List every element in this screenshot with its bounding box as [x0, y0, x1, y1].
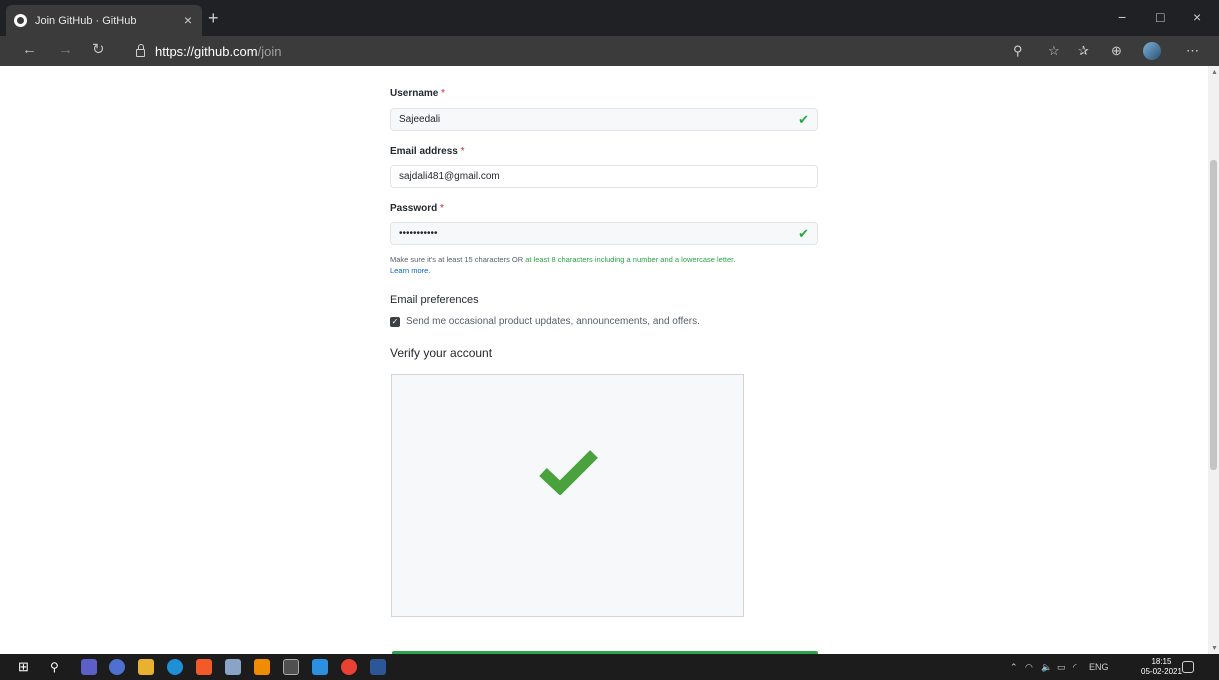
email-input[interactable]: sajdali481@gmail.com [390, 165, 818, 188]
email-value: sajdali481@gmail.com [399, 171, 500, 182]
valid-check-icon: ✔ [798, 226, 809, 241]
learn-more-link[interactable]: Learn more. [390, 266, 430, 275]
close-window-button[interactable]: × [1193, 9, 1201, 25]
email-preferences-checkbox[interactable]: ✓ [390, 316, 400, 327]
volume-icon[interactable]: 🔈 [1041, 661, 1052, 673]
username-input[interactable]: Sajeedali ✔ [390, 108, 818, 131]
favorites-icon[interactable]: ✰ [1078, 43, 1089, 58]
url-path: /join [257, 43, 282, 59]
username-label: Username * [390, 88, 445, 99]
verify-account-title: Verify your account [390, 346, 493, 360]
battery-icon[interactable]: ▭ [1057, 661, 1066, 673]
restore-button[interactable]: □ [1156, 9, 1164, 25]
forward-arrow-icon[interactable]: → [58, 42, 73, 58]
email-label: Email address * [390, 146, 465, 157]
browser-title-bar: Join GitHub · GitHub × + − □ × [0, 0, 1219, 36]
required-marker: * [460, 146, 465, 157]
file-explorer-icon[interactable] [138, 659, 154, 675]
wifi-icon[interactable]: ◜ [1073, 661, 1077, 673]
email-preferences-label: Send me occasional product updates, anno… [406, 316, 700, 327]
terminal-icon[interactable] [283, 659, 299, 675]
search-key-icon[interactable]: ⚲ [1013, 43, 1023, 58]
email-label-text: Email address [390, 146, 458, 157]
tab-close-icon[interactable]: × [184, 13, 192, 27]
clock-date: 05-02-2021 [1141, 667, 1182, 676]
edge-icon[interactable] [167, 659, 183, 675]
app-icon[interactable] [225, 659, 241, 675]
lock-icon [136, 44, 145, 57]
scrollbar-thumb[interactable] [1210, 160, 1217, 470]
add-favorite-icon[interactable]: ☆ [1048, 43, 1060, 58]
required-marker: * [441, 88, 446, 99]
chrome-icon[interactable] [341, 659, 357, 675]
page-scrollbar[interactable]: ▲ ▼ [1208, 66, 1219, 654]
password-hint: Make sure it's at least 15 characters OR… [390, 254, 830, 276]
language-indicator[interactable]: ENG [1089, 661, 1109, 673]
show-hidden-icons-icon[interactable]: ⌃ [1010, 661, 1018, 673]
url-host: https://github.com [155, 43, 258, 59]
password-label: Password * [390, 203, 444, 214]
word-icon[interactable] [370, 659, 386, 675]
github-logo-icon [14, 14, 27, 27]
back-arrow-icon[interactable]: ← [22, 42, 37, 58]
email-preferences-title: Email preferences [390, 294, 479, 306]
new-tab-button[interactable]: + [208, 9, 219, 27]
hint-requirement: at least 8 characters including a number… [525, 255, 736, 264]
required-marker: * [440, 203, 444, 214]
username-value: Sajeedali [399, 114, 441, 125]
email-preferences-row[interactable]: ✓ Send me occasional product updates, an… [390, 316, 700, 327]
captcha-panel[interactable] [391, 374, 744, 617]
brave-icon[interactable] [196, 659, 212, 675]
password-label-text: Password [390, 203, 438, 214]
windows-taskbar: ⊞ ⚲ ⌃ ◠ 🔈 ▭ ◜ ENG 18:15 05-02-2021 [0, 654, 1219, 680]
browser-toolbar: ← → ↻ https://github.com/join ⚲ ☆ ✰ ⊕ ⋯ [0, 36, 1219, 66]
valid-check-icon: ✔ [798, 112, 809, 127]
more-menu-icon[interactable]: ⋯ [1186, 43, 1199, 58]
search-icon[interactable]: ⚲ [50, 659, 66, 675]
clock-time: 18:15 [1151, 657, 1172, 666]
password-value: ••••••••••• [399, 228, 438, 239]
network-icon[interactable]: ◠ [1025, 661, 1033, 673]
system-clock[interactable]: 18:15 05-02-2021 [1141, 657, 1182, 677]
username-label-text: Username [390, 88, 439, 99]
app-icon[interactable] [109, 659, 125, 675]
minimize-button[interactable]: − [1118, 9, 1126, 25]
profile-avatar[interactable] [1143, 42, 1161, 60]
vscode-icon[interactable] [312, 659, 328, 675]
vlc-icon[interactable] [254, 659, 270, 675]
refresh-icon[interactable]: ↻ [92, 42, 105, 58]
captcha-success-check-icon [539, 450, 598, 495]
scroll-down-icon[interactable]: ▼ [1211, 645, 1218, 652]
browser-tab[interactable]: Join GitHub · GitHub × [6, 5, 202, 36]
scroll-up-icon[interactable]: ▲ [1211, 69, 1218, 76]
tab-title: Join GitHub · GitHub [35, 14, 137, 27]
windows-start-icon[interactable]: ⊞ [18, 659, 34, 675]
password-input[interactable]: ••••••••••• ✔ [390, 222, 818, 245]
teams-icon[interactable] [81, 659, 97, 675]
hint-prefix: Make sure it's at least 15 characters OR [390, 255, 526, 264]
notification-center-icon[interactable] [1182, 661, 1194, 673]
address-bar[interactable]: https://github.com/join [136, 41, 281, 61]
collections-icon[interactable]: ⊕ [1111, 43, 1122, 58]
